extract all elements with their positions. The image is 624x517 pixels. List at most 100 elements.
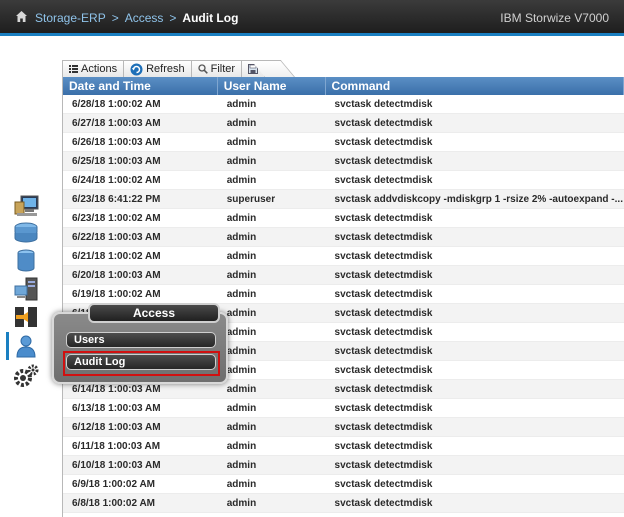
cell-date-time: 6/19/18 1:00:02 AM bbox=[72, 288, 161, 300]
cell-date-time: 6/20/18 1:00:03 AM bbox=[72, 269, 161, 281]
list-icon bbox=[69, 65, 78, 73]
table-row[interactable]: 6/20/18 1:00:03 AM admin svctask detectmdi… bbox=[63, 266, 624, 285]
column-header-date[interactable]: Date and Time bbox=[63, 77, 218, 95]
cell-command: svctask detectmdisk bbox=[334, 497, 433, 509]
cell-user-name: admin bbox=[226, 307, 257, 319]
table-row[interactable]: 6/19/18 1:00:02 AM admin svctask detectmdi… bbox=[63, 285, 624, 304]
cell-user-name: admin bbox=[226, 421, 257, 433]
cell-command: svctask detectmdisk bbox=[334, 98, 433, 110]
cell-date-time: 6/25/18 1:00:03 AM bbox=[72, 155, 161, 167]
cell-date-time: 6/10/18 1:00:03 AM bbox=[72, 459, 161, 471]
cell-command: svctask detectmdisk bbox=[334, 459, 433, 471]
breadcrumb-system[interactable]: Storage-ERP bbox=[35, 11, 106, 25]
cell-date-time: 6/23/18 6:41:22 PM bbox=[72, 193, 161, 205]
cell-date-time: 6/11/18 1:00:03 AM bbox=[72, 440, 161, 452]
cell-date-time: 6/27/18 1:00:03 AM bbox=[72, 117, 161, 129]
cell-user-name: admin bbox=[226, 459, 257, 471]
cell-user-name: admin bbox=[226, 231, 257, 243]
home-icon[interactable] bbox=[15, 10, 28, 23]
cell-command: svctask detectmdisk bbox=[334, 269, 433, 281]
cell-command: svctask detectmdisk bbox=[334, 364, 433, 376]
menu-item-users[interactable]: Users bbox=[66, 332, 216, 348]
cell-command: svctask detectmdisk bbox=[334, 440, 433, 452]
cell-command: svctask detectmdisk bbox=[326, 513, 624, 517]
refresh-button[interactable]: Refresh bbox=[124, 60, 192, 77]
cell-user-name: admin bbox=[226, 269, 257, 281]
cell-user-name: admin bbox=[218, 513, 326, 517]
table-row[interactable]: 6/9/18 1:00:02 AM admin svctask detectmdis… bbox=[63, 475, 624, 494]
table-row[interactable]: 6/24/18 1:00:02 AM admin svctask detectmdi… bbox=[63, 171, 624, 190]
cell-command: svctask detectmdisk bbox=[334, 231, 433, 243]
table-row[interactable]: 6/22/18 1:00:03 AM admin svctask detectmdi… bbox=[63, 228, 624, 247]
cell-user-name: admin bbox=[226, 326, 257, 338]
table-header: Date and Time User Name Command bbox=[63, 77, 624, 95]
table-row[interactable]: 6/12/18 1:00:03 AM admin svctask detectmdi… bbox=[63, 418, 624, 437]
settings-icon[interactable] bbox=[12, 363, 40, 389]
cell-user-name: superuser bbox=[226, 193, 276, 205]
table-row[interactable]: 6/26/18 1:00:03 AM admin svctask detectmdi… bbox=[63, 133, 624, 152]
search-icon bbox=[197, 64, 208, 74]
cell-user-name: admin bbox=[226, 136, 257, 148]
filter-label: Filter bbox=[210, 63, 236, 75]
cell-date-time: 6/28/18 1:00:02 AM bbox=[72, 98, 161, 110]
cell-user-name: admin bbox=[226, 345, 257, 357]
cell-user-name: admin bbox=[226, 288, 257, 300]
cell-date-time: 6/8/18 1:00:02 AM bbox=[72, 497, 156, 509]
cell-command: svctask detectmdisk bbox=[334, 250, 433, 262]
table-row[interactable]: 6/23/18 6:41:22 PM superuser svctask addvd… bbox=[63, 190, 624, 209]
cell-user-name: admin bbox=[226, 383, 257, 395]
cell-date-time: 6/23/18 1:00:02 AM bbox=[72, 212, 161, 224]
cell-command: svctask detectmdisk bbox=[334, 288, 433, 300]
column-header-user[interactable]: User Name bbox=[218, 77, 326, 95]
table-row[interactable]: 6/28/18 1:00:02 AM admin svctask detectmdi… bbox=[63, 95, 624, 114]
table-row[interactable]: 6/11/18 1:00:03 AM admin svctask detectmdi… bbox=[63, 437, 624, 456]
toolbar: Actions Refresh Filter bbox=[62, 60, 296, 77]
copy-services-icon[interactable] bbox=[12, 304, 40, 330]
cell-command: svctask detectmdisk bbox=[334, 383, 433, 395]
product-name: IBM Storwize V7000 bbox=[500, 11, 609, 25]
table-row[interactable]: 6/27/18 1:00:03 AM admin svctask detectmdi… bbox=[63, 114, 624, 133]
breadcrumb: Storage-ERP > Access > Audit Log bbox=[35, 11, 238, 25]
access-icon[interactable] bbox=[12, 333, 40, 359]
cell-user-name: admin bbox=[226, 117, 257, 129]
cell-command: svctask detectmdisk bbox=[334, 117, 433, 129]
table-row[interactable]: 6/8/18 1:00:02 AM admin svctask detectmdis… bbox=[63, 494, 624, 513]
cell-command: svctask detectmdisk bbox=[334, 421, 433, 433]
table-row[interactable]: 6/13/18 1:00:03 AM admin svctask detectmdi… bbox=[63, 399, 624, 418]
cell-command: svctask detectmdisk bbox=[334, 326, 433, 338]
table-row[interactable]: 6/21/18 1:00:02 AM admin svctask detectmdi… bbox=[63, 247, 624, 266]
cell-user-name: admin bbox=[226, 155, 257, 167]
cell-user-name: admin bbox=[226, 440, 257, 452]
table-row[interactable]: 6/7/18 1:00:03 AMadminsvctask detectmdis… bbox=[63, 513, 624, 517]
cell-date-time: 6/24/18 1:00:02 AM bbox=[72, 174, 161, 186]
volumes-icon[interactable] bbox=[12, 248, 40, 274]
table-row[interactable]: 6/10/18 1:00:03 AM admin svctask detectmdi… bbox=[63, 456, 624, 475]
active-section-indicator bbox=[6, 332, 9, 360]
table-row[interactable]: 6/25/18 1:00:03 AM admin svctask detectmdi… bbox=[63, 152, 624, 171]
cell-user-name: admin bbox=[226, 98, 257, 110]
column-header-command[interactable]: Command bbox=[326, 77, 624, 95]
cell-command: svctask detectmdisk bbox=[334, 402, 433, 414]
cell-date-time: 6/12/18 1:00:03 AM bbox=[72, 421, 161, 433]
cell-user-name: admin bbox=[226, 497, 257, 509]
cell-user-name: admin bbox=[226, 174, 257, 186]
monitoring-icon[interactable] bbox=[12, 193, 40, 219]
cell-date-time: 6/26/18 1:00:03 AM bbox=[72, 136, 161, 148]
breadcrumb-separator: > bbox=[111, 11, 119, 25]
hosts-icon[interactable] bbox=[12, 276, 40, 302]
access-menu-title: Access bbox=[88, 303, 220, 323]
breadcrumb-separator: > bbox=[169, 11, 177, 25]
cell-user-name: admin bbox=[226, 250, 257, 262]
cell-command: svctask detectmdisk bbox=[334, 136, 433, 148]
actions-button[interactable]: Actions bbox=[62, 60, 125, 77]
breadcrumb-access[interactable]: Access bbox=[125, 11, 164, 25]
pools-icon[interactable] bbox=[12, 220, 40, 246]
table-row[interactable]: 6/23/18 1:00:02 AM admin svctask detectmdi… bbox=[63, 209, 624, 228]
cell-date-time: 6/21/18 1:00:02 AM bbox=[72, 250, 161, 262]
cell-user-name: admin bbox=[226, 364, 257, 376]
cell-date-time: 6/9/18 1:00:02 AM bbox=[72, 478, 156, 490]
filter-button[interactable]: Filter bbox=[191, 60, 243, 77]
cell-command: svctask detectmdisk bbox=[334, 345, 433, 357]
audit-log-table: Date and Time User Name Command 6/28/18 … bbox=[62, 77, 624, 517]
cell-command: svctask detectmdisk bbox=[334, 155, 433, 167]
